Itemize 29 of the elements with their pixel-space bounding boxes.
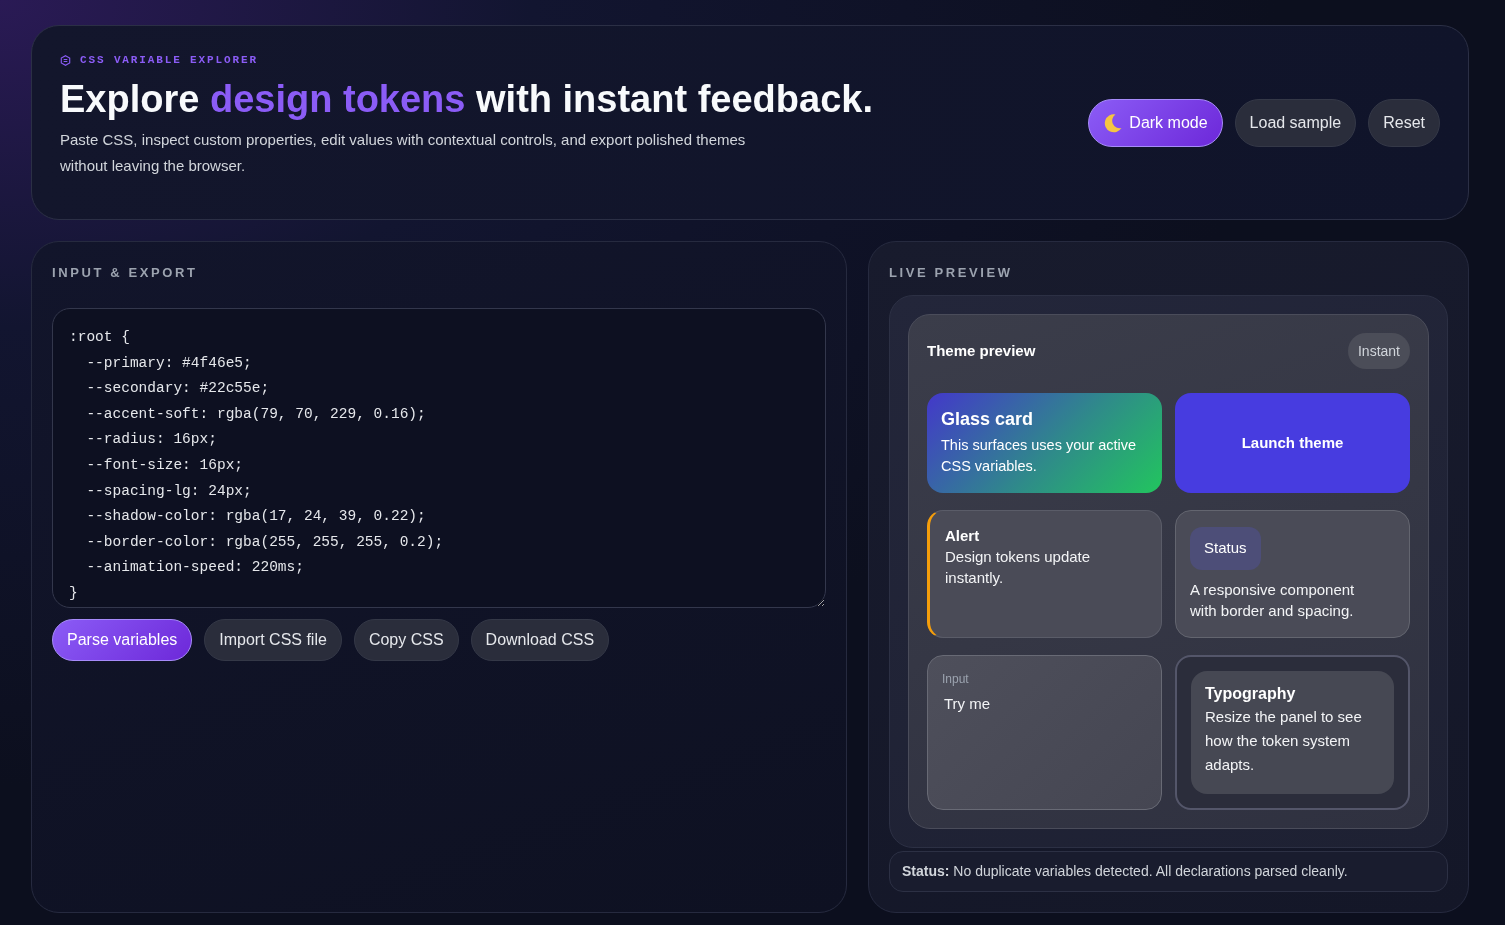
header-button[interactable]: Dark mode	[1088, 99, 1223, 147]
typography-title: Typography	[1205, 684, 1297, 704]
page-description: Paste CSS, inspect custom properties, edit values with contextual controls, and export polished themes without leaving the browser.	[60, 130, 747, 176]
text-input[interactable]: Try me	[942, 691, 1147, 715]
hexagon-icon	[60, 54, 71, 66]
section-heading: INPUT & EXPORT	[52, 264, 199, 282]
editor-button[interactable]: Import CSS file	[204, 619, 342, 661]
alert-text: Design tokens update instantly.	[945, 547, 1092, 588]
preview-title: Theme preview	[927, 340, 1036, 361]
card-text: This surfaces uses your active CSS variables.	[941, 436, 1138, 476]
status-text: A responsive component with border and spacing.	[1190, 580, 1356, 621]
launch-theme-button[interactable]: Launch theme	[1175, 393, 1410, 493]
editor-button[interactable]: Download CSS	[470, 619, 610, 661]
header-button[interactable]: Load sample	[1234, 99, 1357, 147]
header-button[interactable]: Reset	[1368, 99, 1440, 147]
section-heading: LIVE PREVIEW	[889, 264, 1014, 282]
alert-title: Alert	[945, 526, 981, 546]
editor-button[interactable]: Parse variables	[52, 619, 193, 661]
input-label: Input	[942, 671, 970, 687]
crescent-moon-icon	[1103, 113, 1124, 133]
typography-text: Resize the panel to see how the token system adapts.	[1205, 707, 1363, 775]
status-badge: Status	[1190, 527, 1261, 570]
status-message: Status: No duplicate variables detected. All declarations parsed cleanly.	[902, 862, 1348, 881]
instant-badge: Instant	[1347, 333, 1410, 369]
card-title: Glass card	[941, 408, 1035, 431]
editor-button[interactable]: Copy CSS	[353, 619, 459, 661]
css-editor[interactable]: :root { --primary: #4f46e5; --secondary: #22c55e; --accent-soft: rgba(79, 70, 229, 0.16); --radius: 16px; --font-size: 16px; --spacing-lg: 24px; --shadow-color: rgba(17, 24, 39, 0.22); --border-color: rgba(255, 255, 255, 0.2); --animation-speed: 220ms; }	[52, 308, 826, 608]
eyebrow-label: CSS VARIABLE EXPLORER	[80, 52, 258, 68]
page-title: Explore design tokens with instant feedback.	[60, 77, 873, 122]
